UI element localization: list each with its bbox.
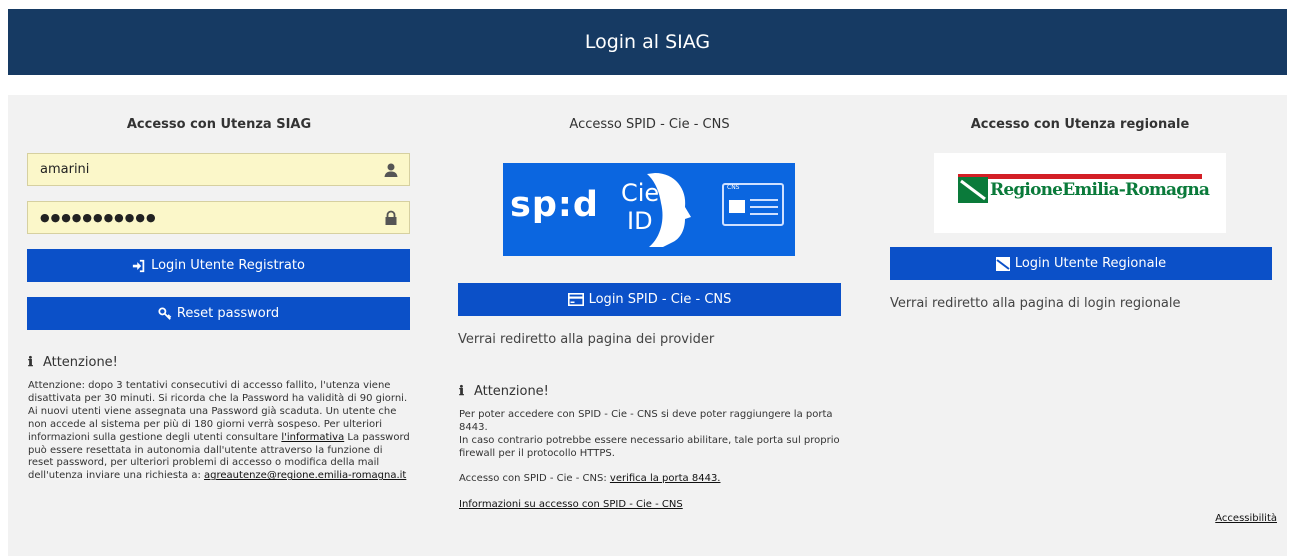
spid-cie-cns-logo: sp:d Cie ID CNS xyxy=(503,163,795,256)
login-spid-label: Login SPID - Cie - CNS xyxy=(588,292,732,307)
page-title: Login al SIAG xyxy=(584,31,711,53)
login-spid-button[interactable]: Login SPID - Cie - CNS xyxy=(458,283,841,316)
username-input[interactable]: amarini xyxy=(27,153,410,186)
spid-logo-text: sp:d xyxy=(510,185,599,225)
spid-verify-prefix: Accesso con SPID - Cie - CNS: xyxy=(459,473,610,484)
password-value: ●●●●●●●●●●● xyxy=(40,211,157,224)
accessibility-link[interactable]: Accessibilità xyxy=(1215,513,1277,524)
lock-icon xyxy=(385,210,397,225)
siag-attention-text: Attenzione: dopo 3 tentativi consecutivi… xyxy=(28,380,410,483)
regione-emilia-romagna-logo: RegioneEmilia-Romagna xyxy=(934,153,1226,233)
spid-info-link[interactable]: Informazioni su accesso con SPID - Cie -… xyxy=(459,499,683,510)
sign-in-icon xyxy=(132,259,145,272)
spid-title: Accesso SPID - Cie - CNS xyxy=(569,117,730,132)
spid-attention-text: Per poter accedere con SPID - Cie - CNS … xyxy=(459,409,841,461)
spid-verify-line: Accesso con SPID - Cie - CNS: verifica l… xyxy=(459,473,841,486)
spid-attention-text-2: In caso contrario potrebbe essere necess… xyxy=(459,434,840,459)
info-icon: ℹ xyxy=(28,355,33,370)
cns-text: CNS xyxy=(727,184,740,191)
informativa-link[interactable]: l'informativa xyxy=(281,432,344,443)
login-regionale-label: Login Utente Regionale xyxy=(1014,256,1167,271)
login-panel: Accesso con Utenza SIAG amarini ●●●●●●●●… xyxy=(8,95,1287,556)
username-value: amarini xyxy=(40,162,90,177)
cie-text-2: ID xyxy=(627,207,653,235)
user-icon xyxy=(384,163,398,177)
info-icon: ℹ xyxy=(459,384,464,399)
siag-attention-title: Attenzione! xyxy=(42,355,118,370)
regionale-redirect-text: Verrai rediretto alla pagina di login re… xyxy=(890,296,1181,311)
rer-flag-icon xyxy=(958,177,988,203)
page-header: Login al SIAG xyxy=(8,9,1287,75)
password-input[interactable]: ●●●●●●●●●●● xyxy=(27,201,410,234)
accessibility-line: Accessibilità xyxy=(1215,513,1277,526)
credit-card-icon xyxy=(567,293,584,306)
spid-info-line: Informazioni su accesso con SPID - Cie -… xyxy=(459,499,841,512)
cie-text-1: Cie xyxy=(621,179,660,207)
spid-redirect-text: Verrai rediretto alla pagina dei provide… xyxy=(458,332,715,347)
key-icon xyxy=(158,306,172,320)
reset-password-button[interactable]: Reset password xyxy=(27,297,410,330)
regionale-title: Accesso con Utenza regionale xyxy=(970,117,1190,132)
cie-logo: Cie ID xyxy=(603,167,695,252)
login-regionale-button[interactable]: Login Utente Regionale xyxy=(890,247,1272,280)
cns-card-icon: CNS xyxy=(722,183,784,226)
login-registered-label: Login Utente Registrato xyxy=(151,258,305,273)
verify-port-link[interactable]: verifica la porta 8443. xyxy=(610,473,721,484)
spid-attention-header: ℹ Attenzione! xyxy=(459,384,549,399)
spid-attention-title: Attenzione! xyxy=(473,384,549,399)
spid-attention-text-1: Per poter accedere con SPID - Cie - CNS … xyxy=(459,409,833,433)
rer-small-flag-icon xyxy=(995,256,1010,271)
support-email-link[interactable]: agreautenze@regione.emilia-romagna.it xyxy=(204,470,406,481)
siag-title: Accesso con Utenza SIAG xyxy=(126,117,312,132)
login-registered-button[interactable]: Login Utente Registrato xyxy=(27,249,410,282)
siag-attention-header: ℹ Attenzione! xyxy=(28,355,118,370)
reset-password-label: Reset password xyxy=(176,306,280,321)
rer-logo-text: RegioneEmilia-Romagna xyxy=(990,180,1210,200)
